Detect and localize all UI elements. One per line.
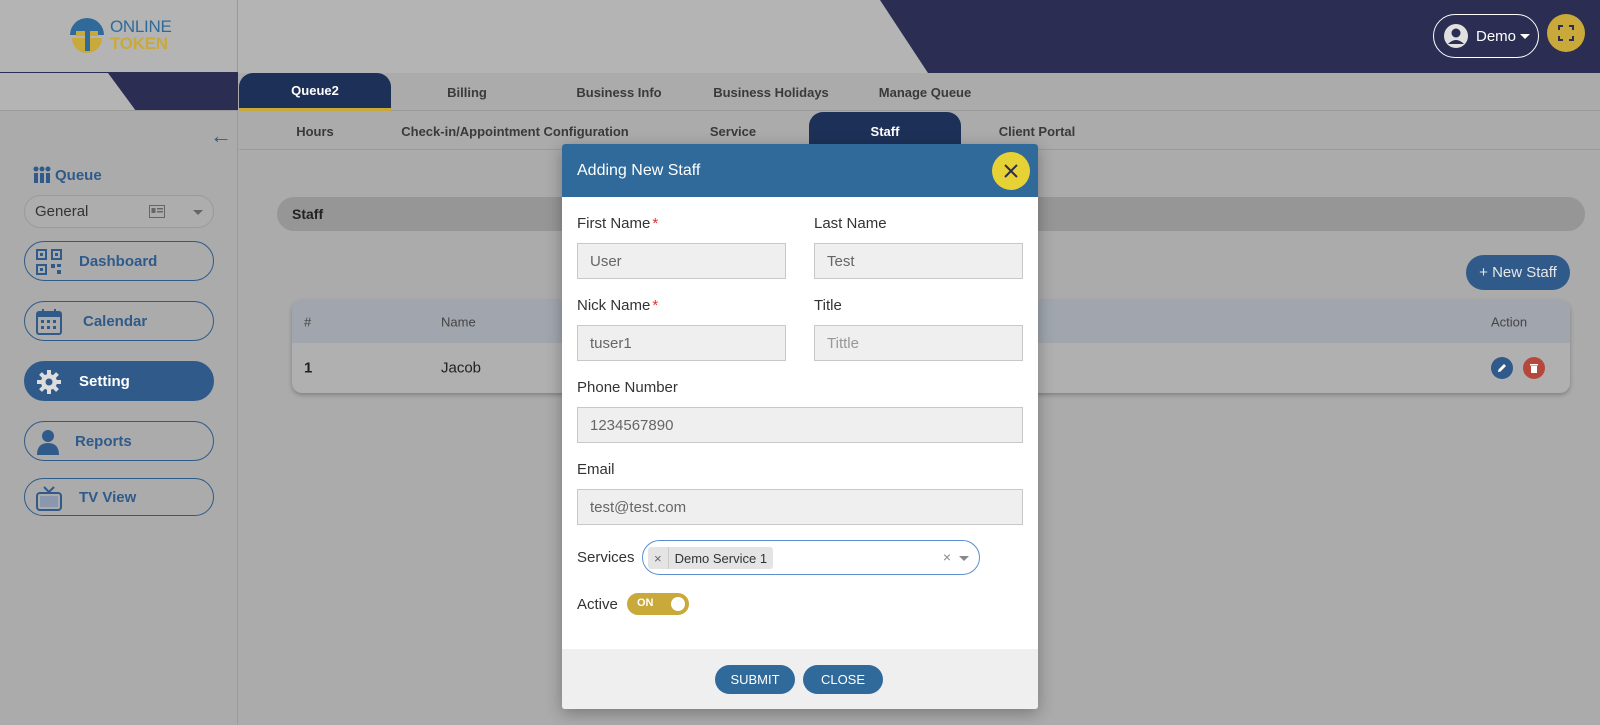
active-toggle[interactable]: ON — [627, 593, 689, 615]
modal-footer: SUBMIT CLOSE — [562, 649, 1038, 709]
close-button[interactable]: CLOSE — [803, 665, 883, 694]
chevron-down-icon[interactable] — [959, 556, 969, 561]
phone-number-label: Phone Number — [577, 379, 678, 396]
services-select[interactable]: × Demo Service 1 × — [642, 540, 980, 575]
nick-name-label-text: Nick Name — [577, 297, 651, 314]
email-field[interactable]: test@test.com — [577, 489, 1023, 525]
first-name-label: First Name * — [577, 215, 658, 232]
email-label: Email — [577, 461, 615, 478]
toggle-on-text: ON — [637, 597, 654, 609]
row-name: Jacob — [441, 359, 482, 377]
sidebar-item-setting[interactable]: Setting — [24, 361, 214, 401]
active-label: Active — [577, 596, 618, 613]
tab-billing[interactable]: Billing — [391, 73, 543, 111]
queue-heading-label: Queue — [55, 166, 102, 184]
sidebar-item-label: Setting — [79, 372, 130, 390]
chevron-down-icon — [1520, 33, 1531, 39]
staff-section-title: Staff — [292, 206, 324, 222]
sidebar-item-reports[interactable]: Reports — [24, 421, 214, 461]
tab-hours[interactable]: Hours — [239, 112, 391, 150]
title-field[interactable]: Tittle — [814, 325, 1023, 361]
pencil-icon — [1498, 364, 1506, 372]
nick-name-field[interactable]: tuser1 — [577, 325, 786, 361]
last-name-field[interactable]: Test — [814, 243, 1023, 279]
logo-line1: ONLINE — [110, 17, 172, 36]
delete-button[interactable] — [1523, 357, 1545, 379]
chevron-down-icon — [193, 210, 203, 215]
last-name-label: Last Name — [814, 215, 887, 232]
trash-icon — [1530, 364, 1538, 373]
nick-name-label: Nick Name * — [577, 297, 658, 314]
logo-line2: TOKEN — [110, 34, 168, 53]
tab-manage-queue[interactable]: Manage Queue — [849, 73, 1001, 111]
close-icon — [1004, 164, 1018, 178]
sidebar: ← Queue General Dashboard Calendar Setti… — [0, 73, 238, 725]
services-label: Services — [577, 549, 635, 566]
gear-icon — [37, 370, 61, 394]
modal-close-button[interactable] — [992, 152, 1030, 190]
logo-text: ONLINE TOKEN — [110, 18, 172, 52]
clear-selection-button[interactable]: × — [943, 549, 951, 565]
first-name-field[interactable]: User — [577, 243, 786, 279]
sidebar-item-label: TV View — [79, 488, 137, 506]
sidebar-top-strip — [0, 73, 238, 111]
sidebar-item-calendar[interactable]: Calendar — [24, 301, 214, 341]
sidebar-item-dashboard[interactable]: Dashboard — [24, 241, 214, 281]
tab-business-holidays[interactable]: Business Holidays — [695, 73, 847, 111]
toggle-knob — [671, 597, 685, 611]
modal-header: Adding New Staff — [562, 144, 1038, 197]
new-staff-button[interactable]: + New Staff — [1466, 255, 1570, 290]
queue-heading: Queue — [32, 165, 102, 185]
sidebar-item-label: Calendar — [83, 312, 148, 330]
calendar-icon — [36, 309, 62, 335]
service-chip-label: Demo Service 1 — [674, 550, 768, 566]
column-header-number: # — [304, 314, 312, 329]
required-mark: * — [652, 297, 659, 314]
add-staff-modal: Adding New Staff First Name * User Last N… — [562, 144, 1038, 709]
modal-title: Adding New Staff — [577, 161, 701, 179]
chip-remove-button[interactable]: × — [648, 547, 669, 569]
people-icon — [33, 166, 51, 183]
tab-queue2[interactable]: Queue2 — [239, 73, 391, 111]
top-header: ONLINE TOKEN Demo — [0, 0, 1600, 73]
sidebar-item-label: Dashboard — [79, 252, 158, 270]
user-menu-button[interactable]: Demo — [1433, 14, 1539, 58]
person-icon — [37, 430, 59, 455]
tab-business-info[interactable]: Business Info — [543, 73, 695, 111]
queue-select[interactable]: General — [24, 195, 214, 228]
logo[interactable]: ONLINE TOKEN — [0, 0, 238, 73]
edit-button[interactable] — [1491, 357, 1513, 379]
tv-icon — [36, 486, 62, 511]
id-card-icon — [149, 205, 165, 218]
collapse-arrow-icon[interactable]: ← — [210, 123, 232, 149]
tabs-row-primary: Queue2 Billing Business Info Business Ho… — [239, 73, 1600, 111]
qr-code-icon — [36, 249, 62, 275]
phone-number-field[interactable]: 1234567890 — [577, 407, 1023, 443]
row-number: 1 — [304, 359, 313, 377]
required-mark: * — [652, 215, 659, 232]
column-header-name: Name — [441, 314, 476, 329]
sidebar-item-tv-view[interactable]: TV View — [24, 478, 214, 516]
user-menu-label: Demo — [1476, 27, 1517, 45]
fullscreen-button[interactable] — [1547, 14, 1585, 52]
fullscreen-icon — [1558, 25, 1574, 41]
logo-mark-icon — [70, 18, 104, 53]
sidebar-item-label: Reports — [75, 432, 132, 450]
user-avatar-icon — [1444, 24, 1468, 48]
submit-button[interactable]: SUBMIT — [715, 665, 795, 694]
queue-select-value: General — [35, 203, 89, 220]
service-chip: × Demo Service 1 — [648, 547, 774, 569]
title-label: Title — [814, 297, 842, 314]
first-name-label-text: First Name — [577, 215, 651, 232]
column-header-action: Action — [1491, 314, 1528, 329]
